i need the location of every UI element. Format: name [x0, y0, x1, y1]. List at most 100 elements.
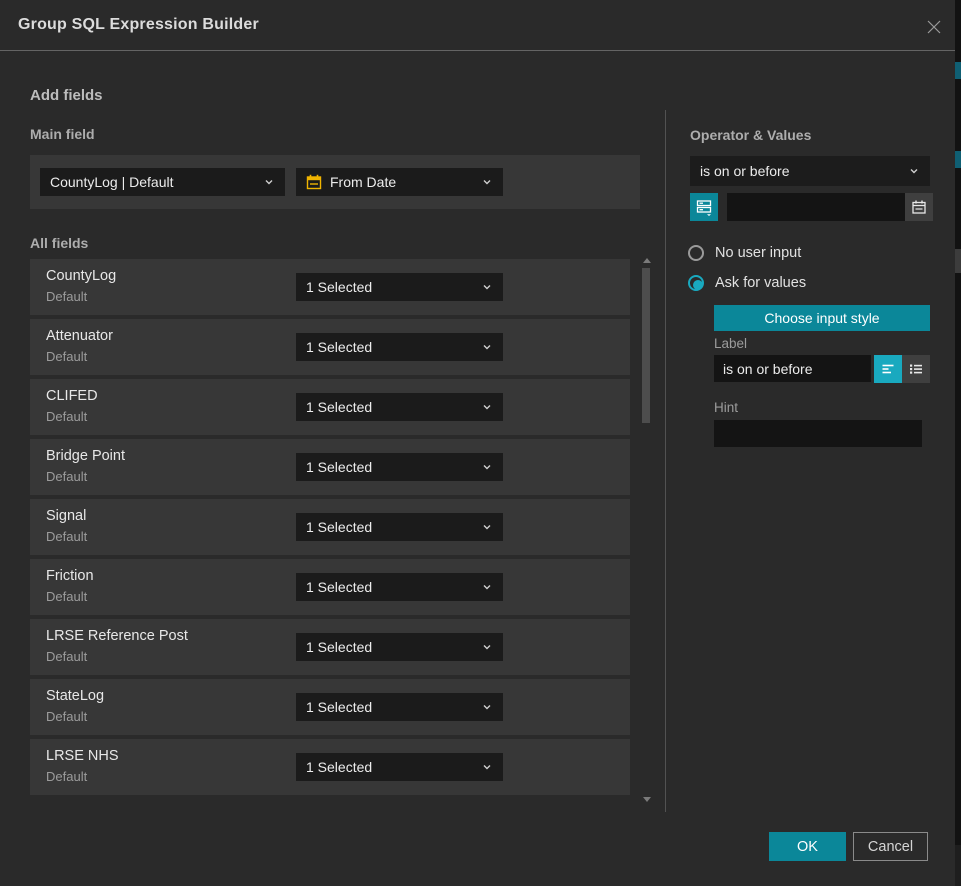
radio-no-user-input[interactable]: No user input	[688, 245, 801, 261]
hint-field-label: Hint	[714, 400, 738, 415]
cancel-button[interactable]: Cancel	[853, 832, 928, 861]
main-field-panel: CountyLog | Default From Date	[30, 155, 640, 209]
chevron-down-icon	[481, 461, 493, 473]
field-row-selected-value: 1 Selected	[306, 579, 475, 595]
chevron-down-icon	[481, 341, 493, 353]
background-fragment	[955, 62, 961, 79]
group-sql-expression-builder-dialog: Group SQL Expression Builder Add fields …	[0, 0, 955, 886]
field-row: Friction Default 1 Selected	[30, 559, 630, 615]
vertical-divider	[665, 110, 666, 812]
chevron-down-icon	[481, 521, 493, 533]
field-row-name: CountyLog	[46, 268, 116, 284]
list-input-style-button[interactable]	[902, 355, 930, 383]
field-row-name: LRSE NHS	[46, 748, 119, 764]
hint-input[interactable]	[714, 420, 922, 447]
dialog-title: Group SQL Expression Builder	[18, 16, 259, 34]
chevron-down-icon	[481, 401, 493, 413]
field-row-selected-value: 1 Selected	[306, 339, 475, 355]
add-fields-heading: Add fields	[30, 87, 103, 104]
field-row: LRSE Reference Post Default 1 Selected	[30, 619, 630, 675]
dialog-header: Group SQL Expression Builder	[0, 0, 955, 51]
main-date-field-select[interactable]: From Date	[296, 168, 503, 196]
ok-button[interactable]: OK	[769, 832, 846, 861]
radio-ask-for-values-label: Ask for values	[715, 275, 806, 291]
field-row: CountyLog Default 1 Selected	[30, 259, 630, 315]
field-row: LRSE NHS Default 1 Selected	[30, 739, 630, 795]
background-fragment	[955, 249, 961, 273]
calendar-icon	[306, 174, 322, 190]
label-field-label: Label	[714, 336, 747, 351]
field-row-selected-dropdown[interactable]: 1 Selected	[296, 693, 503, 721]
radio-ask-for-values[interactable]: Ask for values	[688, 275, 806, 291]
field-row: StateLog Default 1 Selected	[30, 679, 630, 735]
field-row-subtitle: Default	[46, 409, 87, 424]
main-layer-select-value: CountyLog | Default	[50, 174, 257, 190]
field-row-subtitle: Default	[46, 769, 87, 784]
date-value-input[interactable]	[727, 193, 905, 221]
field-row-selected-value: 1 Selected	[306, 759, 475, 775]
field-row-selected-value: 1 Selected	[306, 279, 475, 295]
field-row-name: CLIFED	[46, 388, 98, 404]
single-line-input-style-button[interactable]	[874, 355, 902, 383]
chevron-down-icon	[481, 176, 493, 188]
main-layer-select[interactable]: CountyLog | Default	[40, 168, 285, 196]
field-row-name: LRSE Reference Post	[46, 628, 188, 644]
field-row-selected-dropdown[interactable]: 1 Selected	[296, 573, 503, 601]
field-row-subtitle: Default	[46, 709, 87, 724]
field-row-selected-dropdown[interactable]: 1 Selected	[296, 633, 503, 661]
chevron-down-icon	[263, 176, 275, 188]
field-row-selected-dropdown[interactable]: 1 Selected	[296, 273, 503, 301]
background-fragment	[955, 845, 961, 886]
field-row: Bridge Point Default 1 Selected	[30, 439, 630, 495]
operator-values-heading: Operator & Values	[690, 127, 811, 143]
field-row-selected-value: 1 Selected	[306, 699, 475, 715]
field-row-selected-dropdown[interactable]: 1 Selected	[296, 513, 503, 541]
field-row-subtitle: Default	[46, 349, 87, 364]
chevron-down-icon	[908, 165, 920, 177]
chevron-down-icon	[481, 701, 493, 713]
background-app-edge	[955, 0, 961, 886]
chevron-down-icon	[481, 641, 493, 653]
chevron-down-icon	[481, 281, 493, 293]
field-row: Attenuator Default 1 Selected	[30, 319, 630, 375]
field-row-selected-dropdown[interactable]: 1 Selected	[296, 393, 503, 421]
operator-select-value: is on or before	[700, 163, 902, 179]
radio-no-user-input-label: No user input	[715, 245, 801, 261]
main-field-heading: Main field	[30, 126, 95, 142]
field-row-selected-dropdown[interactable]: 1 Selected	[296, 333, 503, 361]
field-row: CLIFED Default 1 Selected	[30, 379, 630, 435]
main-date-field-value: From Date	[330, 174, 475, 190]
field-row-selected-dropdown[interactable]: 1 Selected	[296, 753, 503, 781]
choose-input-style-button[interactable]: Choose input style	[714, 305, 930, 331]
field-row-subtitle: Default	[46, 469, 87, 484]
field-row-subtitle: Default	[46, 589, 87, 604]
field-row-name: Attenuator	[46, 328, 113, 344]
field-row-selected-value: 1 Selected	[306, 639, 475, 655]
close-icon[interactable]	[925, 18, 943, 36]
radio-circle-icon[interactable]	[688, 245, 704, 261]
background-fragment	[955, 151, 961, 168]
field-row-name: StateLog	[46, 688, 104, 704]
field-row: Signal Default 1 Selected	[30, 499, 630, 555]
radio-circle-selected-icon[interactable]	[688, 275, 704, 291]
field-row-selected-dropdown[interactable]: 1 Selected	[296, 453, 503, 481]
scrollbar-down-arrow-icon[interactable]	[643, 797, 651, 802]
all-fields-list: CountyLog Default 1 Selected Attenuator …	[30, 259, 630, 799]
field-row-name: Friction	[46, 568, 94, 584]
chevron-down-icon	[481, 761, 493, 773]
scrollbar-up-arrow-icon[interactable]	[643, 258, 651, 263]
all-fields-heading: All fields	[30, 235, 88, 251]
field-row-selected-value: 1 Selected	[306, 519, 475, 535]
scrollbar-thumb[interactable]	[642, 268, 650, 423]
operator-select[interactable]: is on or before	[690, 156, 930, 186]
field-row-selected-value: 1 Selected	[306, 459, 475, 475]
field-row-subtitle: Default	[46, 289, 87, 304]
field-row-subtitle: Default	[46, 529, 87, 544]
label-input[interactable]	[714, 355, 871, 382]
field-row-selected-value: 1 Selected	[306, 399, 475, 415]
list-scrollbar[interactable]	[640, 256, 652, 804]
chevron-down-icon	[481, 581, 493, 593]
unique-values-button[interactable]	[690, 193, 718, 221]
date-picker-button[interactable]	[905, 193, 933, 221]
field-row-name: Signal	[46, 508, 86, 524]
